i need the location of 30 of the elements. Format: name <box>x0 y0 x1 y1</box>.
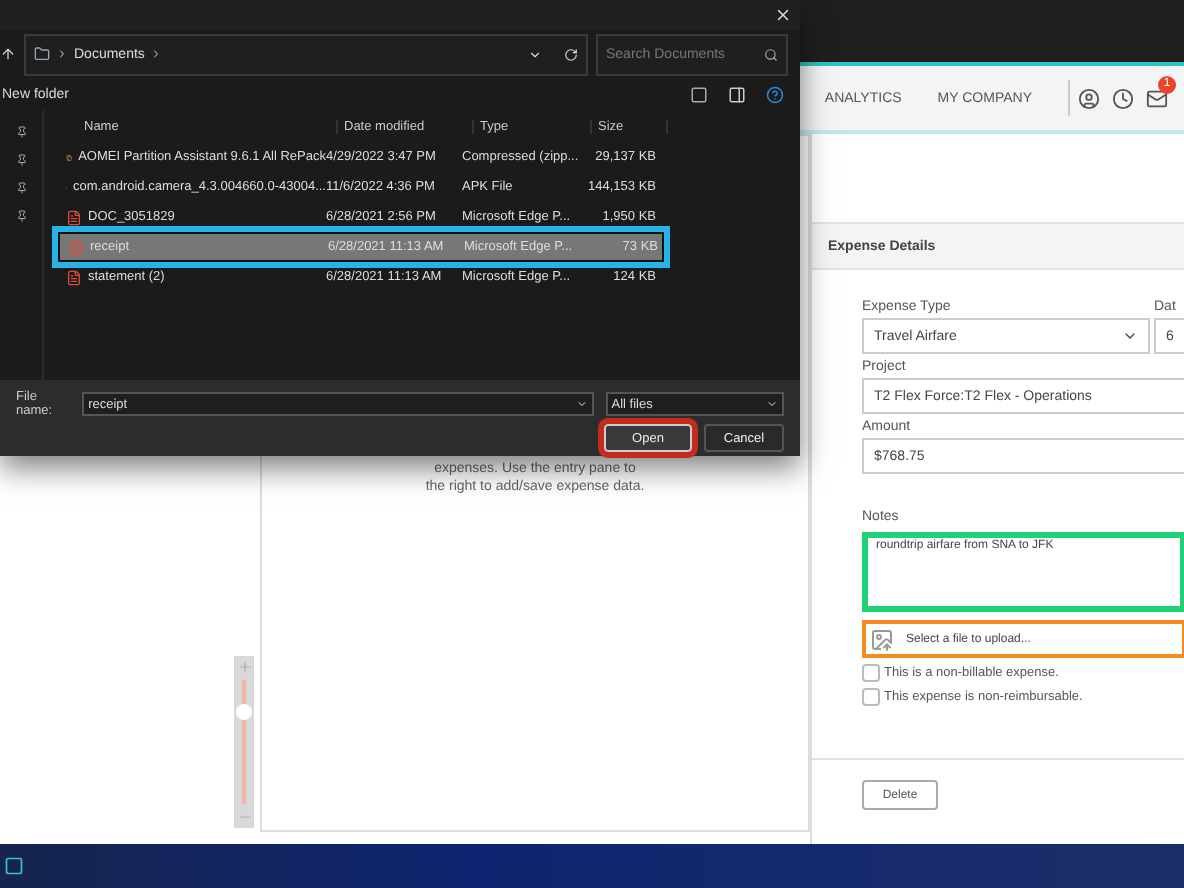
pdf-file-icon <box>66 269 82 285</box>
pdf-file-icon <box>66 209 82 225</box>
mail-icon[interactable] <box>1146 87 1168 109</box>
checkbox[interactable] <box>862 688 880 706</box>
chevron-right-icon <box>56 48 68 60</box>
chevron-down-icon <box>575 398 588 410</box>
pin-icon[interactable] <box>15 210 27 222</box>
upload-icon <box>870 627 894 651</box>
clock-icon[interactable] <box>1112 87 1134 109</box>
pin-icon[interactable] <box>15 154 27 166</box>
up-arrow-icon[interactable] <box>0 46 16 62</box>
zoom-slider[interactable] <box>234 656 254 828</box>
pdf-file-icon <box>68 239 84 255</box>
app-icon[interactable] <box>4 856 24 876</box>
slider-thumb[interactable] <box>236 703 252 719</box>
chevron-right-icon <box>150 48 163 60</box>
user-icon[interactable] <box>1078 87 1100 109</box>
view-icon[interactable] <box>690 85 708 103</box>
help-icon[interactable] <box>766 85 784 103</box>
preview-pane-icon[interactable] <box>728 85 746 103</box>
chevron-down-icon <box>766 398 778 410</box>
refresh-icon[interactable] <box>564 47 578 61</box>
chevron-down-icon[interactable] <box>528 47 542 61</box>
folder-icon <box>34 46 50 62</box>
chevron-down-icon <box>1122 328 1138 344</box>
close-icon[interactable] <box>774 6 792 24</box>
pin-icon[interactable] <box>15 126 27 138</box>
search-icon <box>764 47 778 61</box>
checkbox[interactable] <box>862 664 880 682</box>
pin-icon[interactable] <box>15 182 27 194</box>
